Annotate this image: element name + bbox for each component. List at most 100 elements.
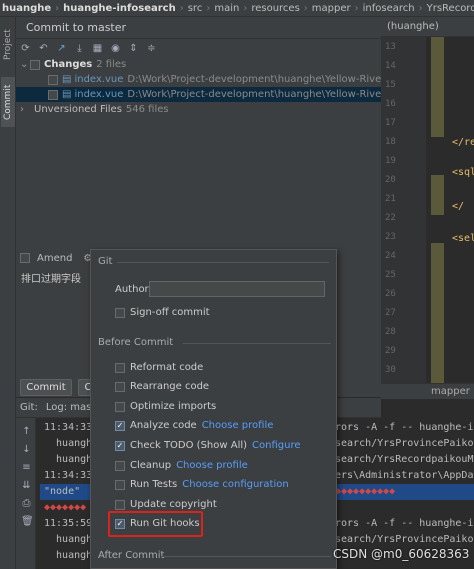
wrap-icon[interactable]: ≡ bbox=[21, 462, 32, 473]
line-number: 22 bbox=[385, 213, 396, 223]
signoff-option[interactable]: Sign-off commit bbox=[115, 307, 210, 318]
chevron-right-icon: › bbox=[206, 2, 211, 14]
option-rearrange-code[interactable]: Rearrange code bbox=[115, 381, 209, 392]
tab-git[interactable]: Git: bbox=[20, 402, 38, 413]
change-marker bbox=[431, 175, 444, 215]
panel-title: Commit to master bbox=[16, 17, 381, 39]
option-label: Cleanup bbox=[130, 460, 172, 471]
commit-button[interactable]: Commit bbox=[20, 379, 72, 396]
checkbox[interactable] bbox=[30, 59, 40, 70]
commit-message-input[interactable]: 排口过期字段 bbox=[16, 267, 90, 377]
breadcrumb-item[interactable]: YrsRecordpaikouMap bbox=[425, 0, 474, 16]
changes-count: 2 files bbox=[96, 59, 127, 70]
divider bbox=[117, 262, 329, 263]
list-item[interactable]: ▤ index.vue D:\Work\Project-development\… bbox=[16, 87, 381, 102]
line-number: 23 bbox=[385, 232, 396, 242]
commit-toolbar: ⟳ ↶ ↗ ⤓ ▦ ◉ ⇕ ≑ bbox=[16, 39, 381, 57]
choose-profile-link[interactable]: Choose profile bbox=[202, 420, 274, 431]
print-icon[interactable]: ⎙ bbox=[21, 498, 32, 509]
option-check-todo[interactable]: ✓ Check TODO (Show All) Configure bbox=[115, 440, 301, 451]
chevron-right-icon: › bbox=[354, 2, 359, 14]
author-label: Author: bbox=[115, 284, 152, 295]
amend-label: Amend bbox=[37, 252, 73, 264]
file-name: index.vue bbox=[74, 74, 124, 85]
arrow-down-icon[interactable]: ↓ bbox=[21, 444, 32, 455]
chevron-right-icon: › bbox=[243, 2, 248, 14]
option-label: Update copyright bbox=[130, 499, 217, 510]
section-git: Git bbox=[98, 256, 113, 267]
expand-all-icon[interactable]: ⇕ bbox=[128, 43, 139, 54]
chevron-right-icon: › bbox=[179, 2, 184, 14]
line-number: 16 bbox=[385, 99, 396, 109]
rollback-icon[interactable]: ↶ bbox=[38, 43, 49, 54]
option-label: Run Tests bbox=[130, 479, 178, 490]
line-number: 24 bbox=[385, 251, 396, 261]
editor-tab[interactable]: (huanghe) bbox=[381, 21, 439, 32]
checkbox[interactable] bbox=[48, 74, 58, 85]
file-icon: ▤ bbox=[62, 89, 72, 100]
line-number: 28 bbox=[385, 327, 396, 337]
breadcrumb-item[interactable]: main bbox=[212, 0, 241, 16]
commit-buttons: Commit C bbox=[16, 376, 98, 398]
breadcrumb-item[interactable]: resources bbox=[249, 0, 301, 16]
option-update-copyright[interactable]: Update copyright bbox=[115, 499, 217, 510]
checkbox-checked[interactable]: ✓ bbox=[115, 440, 125, 451]
checkbox-checked[interactable]: ✓ bbox=[115, 420, 125, 431]
tab-commit[interactable]: Commit bbox=[1, 77, 15, 127]
checkbox[interactable] bbox=[115, 499, 125, 510]
choose-configuration-link[interactable]: Choose configuration bbox=[182, 479, 288, 490]
editor-breadcrumb[interactable]: mapper bbox=[381, 383, 474, 399]
eye-icon[interactable]: ◉ bbox=[110, 43, 121, 54]
breadcrumb-item[interactable]: src bbox=[186, 0, 205, 16]
trash-icon[interactable]: 🗑 bbox=[21, 516, 34, 527]
breadcrumb-item[interactable]: huanghe-infosearch bbox=[61, 0, 178, 16]
tab-project[interactable]: Project bbox=[1, 23, 15, 67]
change-marker bbox=[431, 243, 444, 393]
checkbox[interactable] bbox=[115, 479, 125, 490]
option-run-tests[interactable]: Run Tests Choose configuration bbox=[115, 479, 289, 490]
watermark: CSDN @m0_60628363 bbox=[333, 547, 470, 561]
code-fragment: <sql bbox=[452, 167, 474, 178]
chevron-right-icon: › bbox=[20, 104, 24, 115]
line-number: 13 bbox=[385, 42, 396, 52]
refresh-icon[interactable]: ⟳ bbox=[20, 43, 31, 54]
breadcrumb-item[interactable]: mapper bbox=[310, 0, 353, 16]
divider bbox=[161, 556, 331, 557]
choose-profile-link[interactable]: Choose profile bbox=[176, 460, 248, 471]
checkbox[interactable] bbox=[115, 381, 125, 392]
log-line: search/YrsProvincePaiko bbox=[335, 438, 474, 449]
checkbox[interactable] bbox=[48, 89, 58, 100]
option-analyze-code[interactable]: ✓ Analyze code Choose profile bbox=[115, 420, 273, 431]
option-label: Optimize imports bbox=[130, 401, 217, 412]
option-cleanup[interactable]: Cleanup Choose profile bbox=[115, 460, 248, 471]
breadcrumb-item[interactable]: infosearch bbox=[361, 0, 417, 16]
checkbox[interactable] bbox=[115, 401, 125, 412]
amend-checkbox[interactable] bbox=[20, 253, 30, 263]
checkbox[interactable] bbox=[115, 362, 125, 373]
list-item[interactable]: ▤ index.vue D:\Work\Project-development\… bbox=[16, 72, 381, 87]
breadcrumb-item[interactable]: huanghe bbox=[0, 0, 53, 16]
chevron-right-icon: › bbox=[418, 2, 423, 14]
highlight-box bbox=[108, 511, 203, 537]
configure-link[interactable]: Configure bbox=[252, 440, 300, 451]
option-label: Sign-off commit bbox=[130, 307, 210, 318]
unversioned-group[interactable]: › Unversioned Files 546 files bbox=[16, 102, 381, 117]
changes-label: Changes bbox=[44, 59, 93, 70]
author-input[interactable] bbox=[149, 281, 325, 297]
group-icon[interactable]: ▦ bbox=[92, 43, 103, 54]
tab-log[interactable]: Log: mast bbox=[46, 402, 95, 413]
option-reformat-code[interactable]: Reformat code bbox=[115, 362, 203, 373]
changes-group[interactable]: ⌄ Changes 2 files bbox=[16, 57, 381, 72]
arrow-up-icon[interactable]: ↑ bbox=[21, 426, 32, 437]
file-icon: ▤ bbox=[62, 74, 72, 85]
log-line: rors -A -f -- huanghe-i bbox=[335, 422, 474, 433]
option-label: Check TODO (Show All) bbox=[130, 440, 248, 451]
download-icon[interactable]: ⤓ bbox=[74, 43, 85, 54]
scroll-end-icon[interactable]: ⇊ bbox=[21, 480, 32, 491]
code-fragment: </ bbox=[452, 201, 465, 212]
option-optimize-imports[interactable]: Optimize imports bbox=[115, 401, 216, 412]
checkbox[interactable] bbox=[115, 460, 125, 471]
checkbox[interactable] bbox=[115, 307, 125, 318]
collapse-all-icon[interactable]: ≑ bbox=[146, 43, 157, 54]
diff-icon[interactable]: ↗ bbox=[56, 43, 67, 54]
